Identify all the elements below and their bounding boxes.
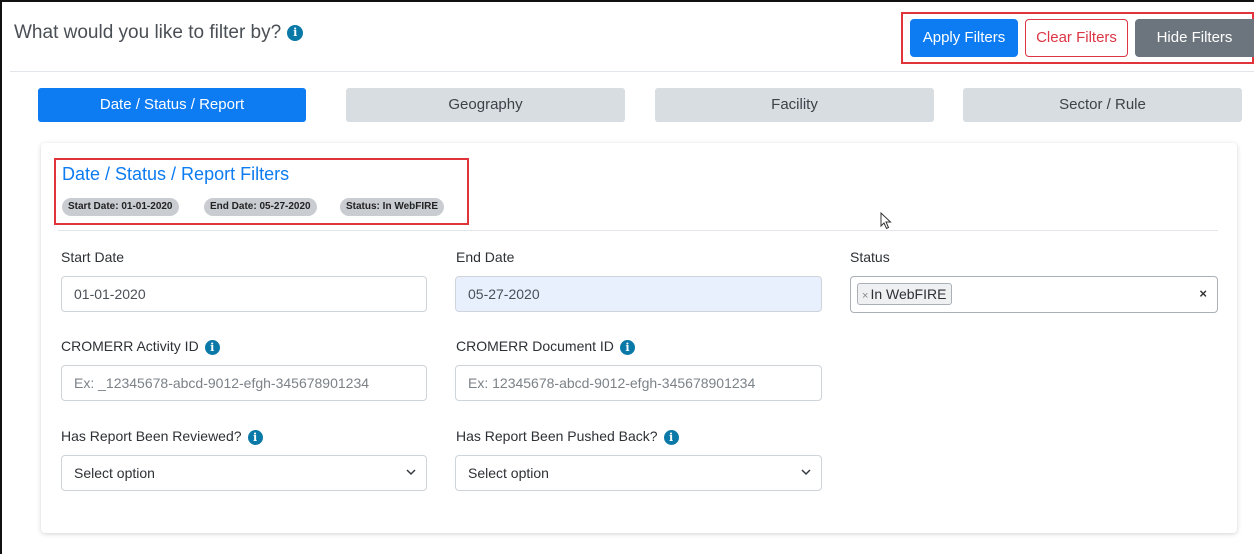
reviewed-label: Has Report Been Reviewed? i	[61, 428, 263, 445]
end-date-input[interactable]	[455, 276, 822, 312]
status-label: Status	[850, 249, 890, 265]
chevron-down-icon	[801, 469, 811, 476]
document-id-input[interactable]	[455, 365, 822, 401]
document-id-label-text: CROMERR Document ID	[456, 338, 614, 354]
filter-prompt: What would you like to filter by? i	[14, 22, 304, 44]
info-icon[interactable]: i	[247, 429, 263, 445]
activity-id-label: CROMERR Activity ID i	[61, 338, 220, 355]
mouse-cursor-icon	[880, 212, 892, 230]
reviewed-label-text: Has Report Been Reviewed?	[61, 428, 242, 444]
end-date-label: End Date	[456, 249, 515, 265]
info-icon[interactable]: i	[287, 24, 304, 41]
reviewed-select-value: Select option	[74, 465, 155, 481]
pushed-back-select-value: Select option	[468, 465, 549, 481]
tab-geography[interactable]: Geography	[346, 88, 625, 122]
activity-id-label-text: CROMERR Activity ID	[61, 338, 199, 354]
panel-divider	[58, 230, 1218, 231]
info-icon[interactable]: i	[619, 339, 635, 355]
panel-title: Date / Status / Report Filters	[62, 164, 290, 184]
active-filter-badge: End Date: 05-27-2020	[204, 198, 317, 216]
document-id-label: CROMERR Document ID i	[456, 338, 635, 355]
clear-status-icon[interactable]: ×	[1199, 286, 1207, 301]
tab-facility[interactable]: Facility	[655, 88, 934, 122]
start-date-input[interactable]	[61, 276, 427, 312]
pushed-back-select[interactable]: Select option	[455, 455, 822, 491]
activity-id-input[interactable]	[61, 365, 427, 401]
pushed-back-label: Has Report Been Pushed Back? i	[456, 428, 679, 445]
chevron-down-icon	[406, 469, 416, 476]
tab-date-status-report[interactable]: Date / Status / Report	[38, 88, 306, 122]
filter-prompt-text: What would you like to filter by?	[14, 22, 282, 43]
active-filter-badge: Start Date: 01-01-2020	[62, 198, 179, 216]
clear-filters-button[interactable]: Clear Filters	[1025, 19, 1128, 57]
status-tag: × In WebFIRE	[857, 283, 953, 305]
pushed-back-label-text: Has Report Been Pushed Back?	[456, 428, 658, 444]
hide-filters-button[interactable]: Hide Filters	[1135, 19, 1254, 57]
start-date-label: Start Date	[61, 249, 125, 265]
status-tag-label: In WebFIRE	[870, 286, 947, 302]
status-multiselect[interactable]: × In WebFIRE ×	[850, 276, 1218, 313]
reviewed-select[interactable]: Select option	[61, 455, 427, 491]
remove-tag-icon[interactable]: ×	[862, 290, 868, 302]
apply-filters-button[interactable]: Apply Filters	[910, 19, 1018, 57]
info-icon[interactable]: i	[663, 429, 679, 445]
info-icon[interactable]: i	[204, 339, 220, 355]
active-filter-badge: Status: In WebFIRE	[340, 198, 445, 216]
tab-sector-rule[interactable]: Sector / Rule	[963, 88, 1242, 122]
